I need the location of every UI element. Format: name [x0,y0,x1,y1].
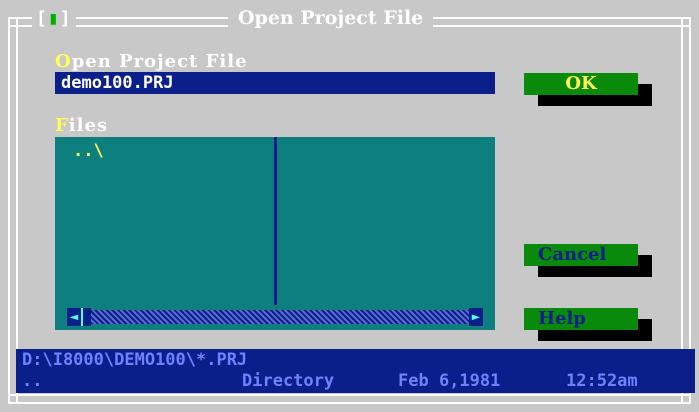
close-box-left: [ [36,8,48,29]
scroll-thumb[interactable] [81,308,91,326]
file-name-input[interactable]: demo100.PRJ [55,72,495,94]
selected-file-name: .. [22,371,43,391]
close-box-right: ] [59,8,72,29]
ok-button[interactable]: OK [524,73,638,95]
file-name-hotkey: O [55,51,72,72]
frame-right [681,17,691,404]
selected-file-type: Directory [242,371,335,391]
selected-file-time: 12:52am [566,371,638,391]
scroll-track[interactable] [91,310,469,324]
selected-file-date: Feb 6,1981 [398,371,501,391]
file-name-label-text: pen Project File [71,51,248,72]
list-item-parent-directory[interactable]: ..\ [73,141,104,161]
open-project-dialog: [▮] Open Project File Open Project File … [0,0,699,412]
files-label: Files [55,115,108,136]
column-divider [274,137,277,305]
file-info-panel: D:\I8000\DEMO100\*.PRJ .. Directory Feb … [16,349,695,393]
frame-left [8,17,18,404]
files-label-text: iles [68,115,109,136]
current-path: D:\I8000\DEMO100\*.PRJ [22,350,248,370]
files-hotkey: F [55,115,69,136]
file-list[interactable]: ..\ ◄ ► [55,137,495,330]
file-name-label: Open Project File [55,51,248,72]
close-icon: ▮ [47,8,60,29]
scroll-left-arrow-icon[interactable]: ◄ [67,308,81,326]
dialog-title: Open Project File [228,6,434,30]
help-button[interactable]: Help [524,308,638,330]
close-button[interactable]: [▮] [32,8,76,30]
horizontal-scrollbar[interactable]: ◄ ► [67,308,483,326]
frame-bottom [8,394,691,404]
cancel-button[interactable]: Cancel [524,244,638,266]
scroll-right-arrow-icon[interactable]: ► [469,308,483,326]
